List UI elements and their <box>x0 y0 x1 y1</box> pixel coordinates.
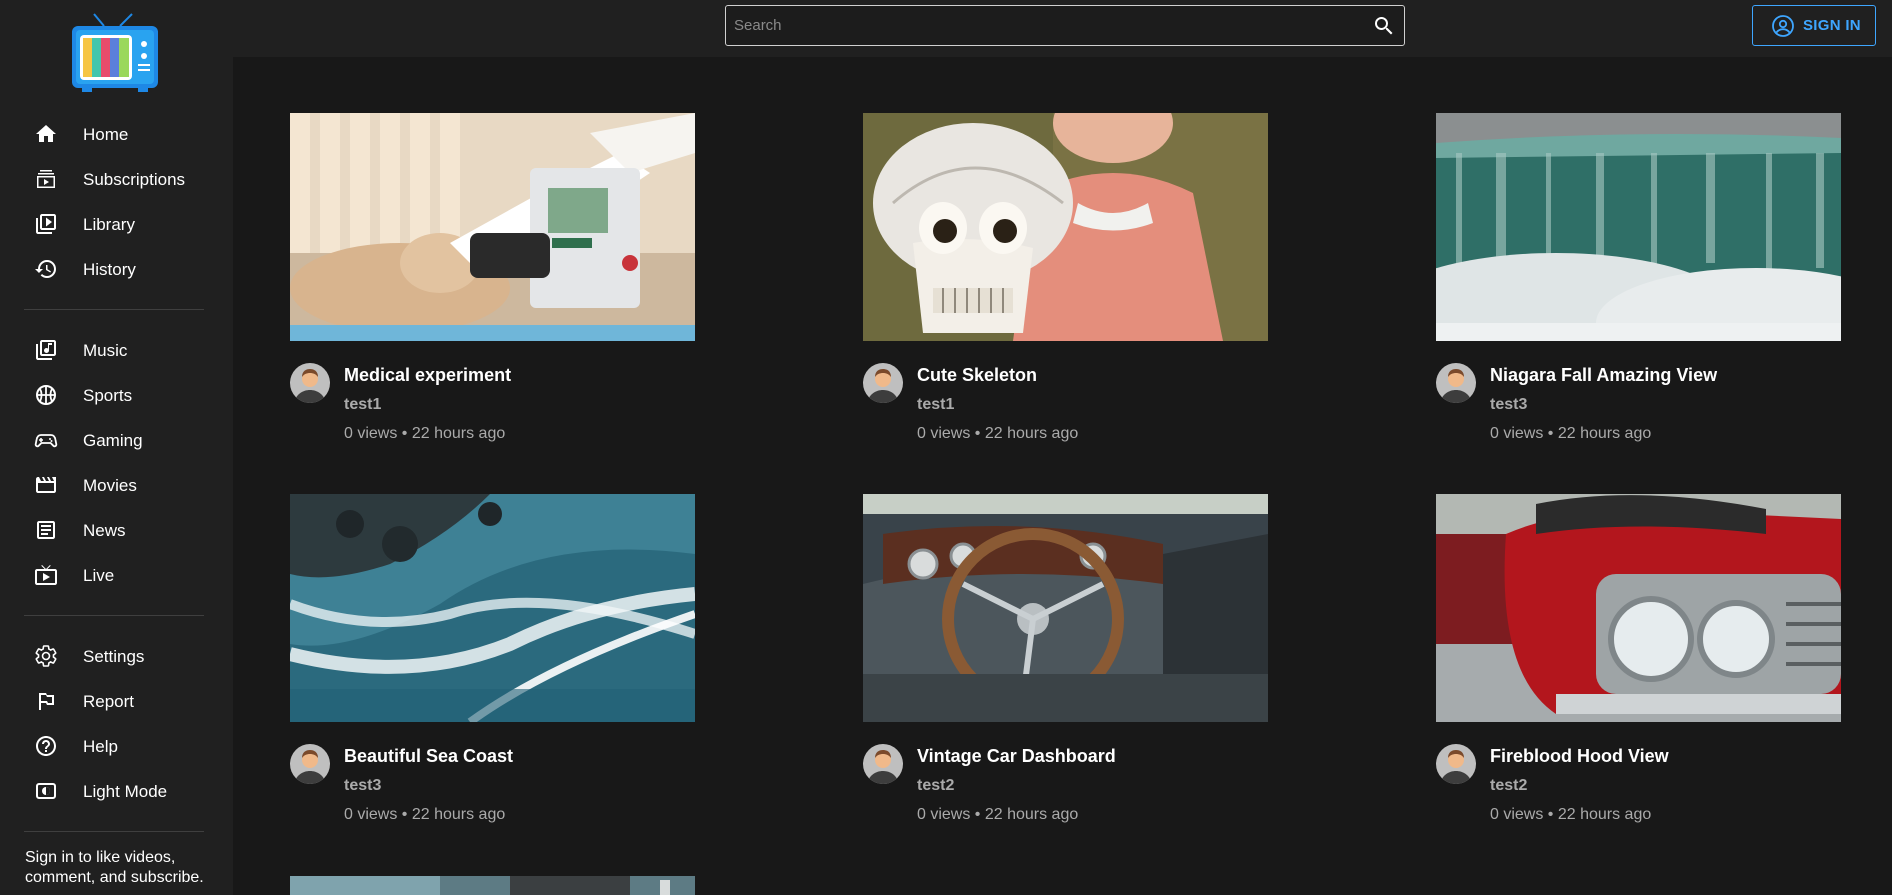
video-title[interactable]: Niagara Fall Amazing View <box>1490 365 1717 386</box>
sidebar-item-live[interactable]: Live <box>0 555 233 595</box>
sidebar-item-label: Movies <box>83 476 137 495</box>
sidebar-item-label: Report <box>83 692 135 711</box>
sidebar-item-settings[interactable]: Settings <box>0 636 233 676</box>
channel-name[interactable]: test2 <box>917 777 954 795</box>
video-meta: 0 views • 22 hours ago <box>917 806 1079 823</box>
sidebar-item-library[interactable]: Library <box>0 204 233 244</box>
video-thumbnail[interactable] <box>863 494 1268 722</box>
sign-in-button[interactable]: SIGN IN <box>1752 5 1876 46</box>
sidebar-divider <box>24 615 204 616</box>
video-card[interactable]: Fireblood Hood View test2 0 views • 22 h… <box>1436 494 1841 834</box>
history-icon <box>35 260 56 278</box>
video-title[interactable]: Cute Skeleton <box>917 365 1037 386</box>
account-circle-icon <box>1772 14 1794 37</box>
video-thumbnail[interactable] <box>290 494 695 722</box>
avatar[interactable] <box>290 744 330 784</box>
search-input[interactable] <box>734 6 1354 45</box>
sidebar-item-gaming[interactable]: Gaming <box>0 420 233 460</box>
sidebar-item-light-mode[interactable]: Light Mode <box>0 771 233 811</box>
video-thumbnail[interactable] <box>1436 113 1841 341</box>
avatar[interactable] <box>1436 744 1476 784</box>
video-title[interactable]: Vintage Car Dashboard <box>917 746 1116 767</box>
sidebar-item-label: Home <box>83 125 129 144</box>
sidebar-item-help[interactable]: Help <box>0 726 233 766</box>
signin-note: Sign in to like videos, comment, and sub… <box>25 849 204 886</box>
channel-name[interactable]: test1 <box>344 396 381 414</box>
channel-name[interactable]: test1 <box>917 396 954 414</box>
sports-icon <box>36 385 56 405</box>
avatar[interactable] <box>290 363 330 403</box>
sidebar-item-sports[interactable]: Sports <box>0 375 233 415</box>
sign-in-label: SIGN IN <box>1803 17 1861 34</box>
video-thumbnail-partial[interactable] <box>290 876 695 895</box>
sidebar-item-label: Subscriptions <box>83 170 186 189</box>
subscriptions-icon <box>37 170 55 188</box>
sidebar: Home Subscriptions Library History Music… <box>0 0 233 895</box>
sidebar-item-label: Sports <box>83 386 133 405</box>
avatar[interactable] <box>1436 363 1476 403</box>
sidebar-item-label: News <box>83 521 126 540</box>
sidebar-item-label: Live <box>83 566 115 585</box>
sidebar-item-news[interactable]: News <box>0 510 233 550</box>
video-thumbnail[interactable] <box>1436 494 1841 722</box>
video-thumbnail[interactable] <box>863 113 1268 341</box>
sidebar-item-history[interactable]: History <box>0 249 233 289</box>
gaming-icon <box>34 434 58 448</box>
video-card[interactable]: Vintage Car Dashboard test2 0 views • 22… <box>863 494 1268 834</box>
retro-tv-icon[interactable] <box>70 12 160 92</box>
video-card[interactable]: Niagara Fall Amazing View test3 0 views … <box>1436 113 1841 453</box>
help-icon <box>36 736 56 756</box>
sidebar-item-label: History <box>83 260 136 279</box>
sidebar-item-label: Help <box>83 737 118 756</box>
search-icon[interactable] <box>1372 14 1396 38</box>
sidebar-item-music[interactable]: Music <box>0 330 233 370</box>
channel-name[interactable]: test3 <box>1490 396 1527 414</box>
sidebar-item-label: Music <box>83 341 128 360</box>
video-meta: 0 views • 22 hours ago <box>1490 425 1652 442</box>
sidebar-item-home[interactable]: Home <box>0 114 233 154</box>
sidebar-item-report[interactable]: Report <box>0 681 233 721</box>
sidebar-item-label: Library <box>83 215 135 234</box>
channel-name[interactable]: test3 <box>344 777 381 795</box>
sidebar-item-subscriptions[interactable]: Subscriptions <box>0 159 233 199</box>
home-icon <box>36 125 56 142</box>
sidebar-divider <box>24 309 204 310</box>
sidebar-item-label: Gaming <box>83 431 143 450</box>
video-meta: 0 views • 22 hours ago <box>1490 806 1652 823</box>
news-icon <box>37 521 55 539</box>
video-title[interactable]: Beautiful Sea Coast <box>344 746 513 767</box>
video-meta: 0 views • 22 hours ago <box>344 425 506 442</box>
video-meta: 0 views • 22 hours ago <box>344 806 506 823</box>
video-card[interactable]: Beautiful Sea Coast test3 0 views • 22 h… <box>290 494 695 834</box>
video-thumbnail[interactable] <box>290 113 695 341</box>
video-card[interactable]: Medical experiment test1 0 views • 22 ho… <box>290 113 695 453</box>
avatar[interactable] <box>863 363 903 403</box>
sidebar-item-label: Light Mode <box>83 782 168 801</box>
music-icon <box>36 340 56 360</box>
video-title[interactable]: Fireblood Hood View <box>1490 746 1669 767</box>
settings-icon <box>35 645 57 667</box>
report-icon <box>39 693 54 710</box>
light-mode-icon <box>36 783 56 799</box>
sidebar-divider <box>24 831 204 832</box>
live-icon <box>35 565 57 585</box>
library-icon <box>36 214 56 234</box>
sidebar-item-label: Settings <box>83 647 145 666</box>
sidebar-item-movies[interactable]: Movies <box>0 465 233 505</box>
video-card[interactable]: Cute Skeleton test1 0 views • 22 hours a… <box>863 113 1268 453</box>
video-title[interactable]: Medical experiment <box>344 365 511 386</box>
avatar[interactable] <box>863 744 903 784</box>
video-meta: 0 views • 22 hours ago <box>917 425 1079 442</box>
channel-name[interactable]: test2 <box>1490 777 1527 795</box>
movies-icon <box>36 477 56 493</box>
search-box <box>725 5 1405 46</box>
